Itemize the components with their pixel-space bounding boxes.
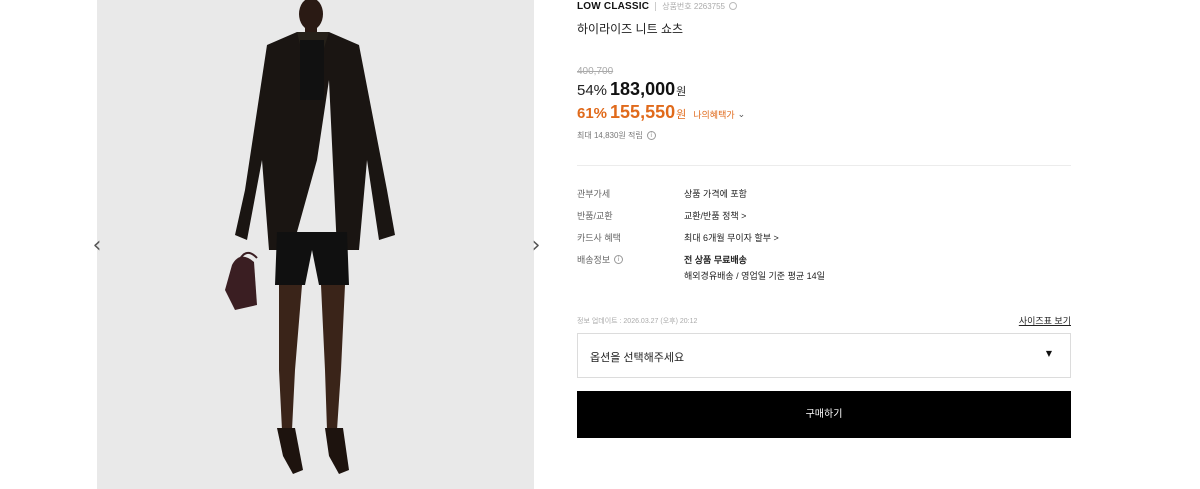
option-select-placeholder: 옵션을 선택해주세요 xyxy=(590,352,685,364)
brand-row: LOW CLASSIC 상품번호 2263755 xyxy=(577,0,738,12)
reward-points-text: 최대 14,830원 적립 xyxy=(577,131,643,140)
chevron-down-icon[interactable]: ⌄ xyxy=(738,109,746,120)
detail-row-shipping: 배송정보 i 전 상품 무료배송 해외경유배송 / 영업일 기준 평균 14일 xyxy=(577,253,1071,281)
card-benefit-link[interactable]: 최대 6개월 무이자 할부 > xyxy=(684,231,779,244)
shipping-label: 배송정보 xyxy=(577,255,611,265)
my-benefit-price-row: 61% 155,550 원 나의혜택가 ⌄ xyxy=(577,102,745,123)
caret-down-icon: ▼ xyxy=(1045,349,1052,358)
my-benefit-price: 155,550 xyxy=(610,102,676,122)
sale-price: 183,000 xyxy=(610,79,676,99)
sale-price-row: 54% 183,000 원 xyxy=(577,79,686,100)
my-discount-percent: 61% xyxy=(577,105,608,122)
return-label: 반품/교환 xyxy=(577,211,613,221)
info-icon[interactable]: i xyxy=(646,131,656,140)
product-name: 하이라이즈 니트 쇼츠 xyxy=(577,22,684,36)
detail-row-return: 반품/교환 교환/반품 정책 > xyxy=(577,209,1071,223)
brand-name[interactable]: LOW CLASSIC xyxy=(577,1,649,12)
product-id: 상품번호 2263755 xyxy=(662,1,726,11)
card-benefit-label: 카드사 혜택 xyxy=(577,233,621,243)
model-photo xyxy=(97,0,534,489)
shipping-value: 전 상품 무료배송 xyxy=(684,253,747,266)
chevron-left-icon[interactable]: ‹ xyxy=(87,232,107,260)
my-benefit-label[interactable]: 나의혜택가 xyxy=(693,108,734,121)
detail-row-customs: 관부가세 상품 가격에 포함 xyxy=(577,187,1071,201)
my-currency-unit: 원 xyxy=(676,109,687,121)
buy-button[interactable]: 구매하기 xyxy=(577,391,1071,438)
divider xyxy=(655,1,657,11)
size-guide-link[interactable]: 사이즈표 보기 xyxy=(1019,314,1071,327)
shipping-sub: 해외경유배송 / 영업일 기준 평균 14일 xyxy=(684,271,825,281)
shipping-label-wrap: 배송정보 i xyxy=(577,253,624,266)
shipping-value-text: 전 상품 무료배송 xyxy=(684,255,747,265)
copy-icon[interactable] xyxy=(729,2,738,10)
info-icon[interactable]: i xyxy=(614,255,624,264)
detail-row-card: 카드사 혜택 최대 6개월 무이자 할부 > xyxy=(577,231,1071,245)
option-select[interactable]: 옵션을 선택해주세요 ▼ xyxy=(577,333,1071,378)
section-divider xyxy=(577,165,1071,166)
return-policy-link[interactable]: 교환/반품 정책 > xyxy=(684,209,746,222)
customs-value: 상품 가격에 포함 xyxy=(684,189,747,199)
reward-points: 최대 14,830원 적립 i xyxy=(577,130,656,141)
update-timestamp: 정보 업데이트 : 2026.03.27 (오후) 20:12 xyxy=(577,318,698,325)
discount-percent: 54% xyxy=(577,82,608,99)
currency-unit: 원 xyxy=(676,86,687,98)
customs-label: 관부가세 xyxy=(577,189,611,199)
product-image xyxy=(97,0,534,489)
original-price: 400,700 xyxy=(577,66,614,77)
chevron-right-icon[interactable]: › xyxy=(526,232,546,260)
